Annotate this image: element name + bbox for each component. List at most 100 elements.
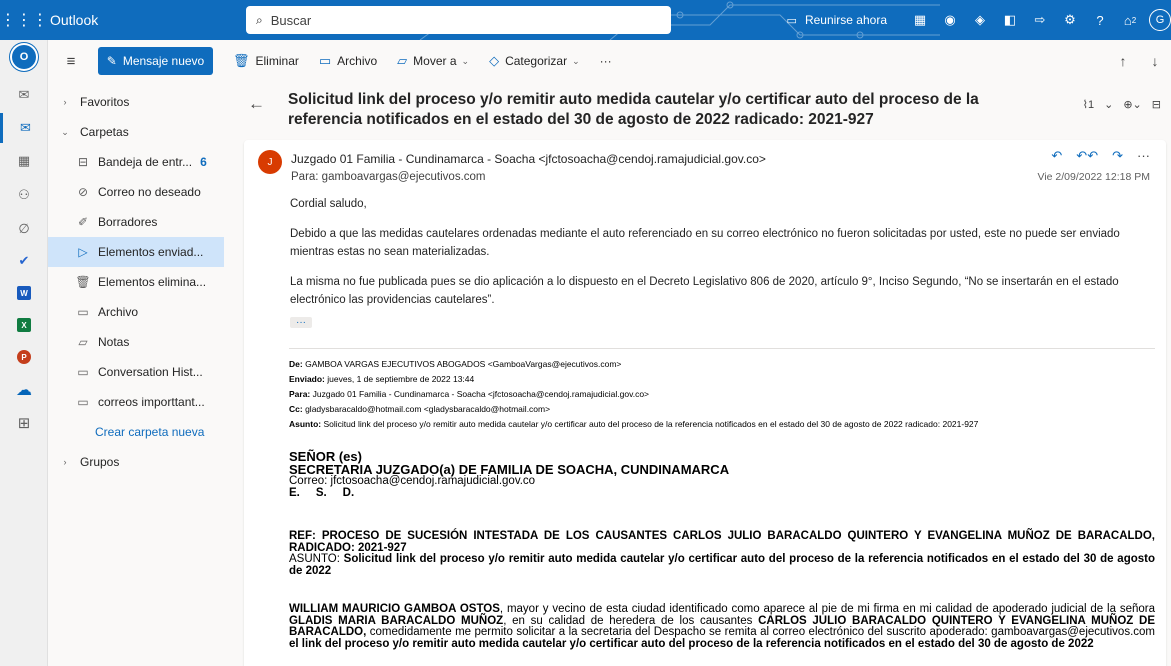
previous-message-icon[interactable]: ↑ [1107,53,1139,69]
people-icon[interactable]: ⚇ [0,180,48,210]
sent-value: jueves, 1 de septiembre de 2022 13:44 [327,374,475,384]
trash-icon: 🗑︎ [233,53,250,68]
my-day-icon[interactable]: ⇨ [1025,0,1055,40]
search-input[interactable]: Buscar [271,13,311,28]
message-card: J Juzgado 01 Familia - Cundinamarca - So… [244,140,1166,666]
message-body: Cordial saludo, Debido a que las medidas… [290,195,1150,331]
letter-request: el link del proceso y/o remitir auto med… [289,637,1094,650]
categorize-button[interactable]: ◇ Categorizar ⌄ [489,53,580,69]
mail-active-icon[interactable]: ✉ [0,113,48,143]
search-box[interactable]: ⌕ Buscar [246,6,671,34]
tag-icon: ◇ [489,53,500,68]
app-name[interactable]: Outlook [48,12,233,28]
onenote-feed-icon[interactable]: ◧ [995,0,1025,40]
video-icon: ▭ [786,14,797,27]
onedrive-icon[interactable]: ☁ [0,375,48,405]
groups-node[interactable]: › Grupos [48,447,224,477]
account-avatar[interactable]: G [1149,9,1171,31]
attachment-icon[interactable]: ⌇1 ⌄ [1083,98,1114,111]
reply-all-icon[interactable]: ↶↶ [1076,148,1098,164]
app-launcher-icon[interactable]: ⋮⋮⋮ [0,0,48,40]
folder-sent[interactable]: ▷ Elementos enviad... [48,237,224,267]
groups-label: Grupos [80,455,120,469]
folder-label: Elementos enviad... [98,245,204,259]
show-quoted-button[interactable]: ··· [290,317,312,328]
settings-icon[interactable]: ⚙ [1055,0,1085,40]
command-bar: ≡ ✎ Mensaje nuevo 🗑︎ Eliminar ▭ Archivo … [48,40,1171,82]
folder-conversation-history[interactable]: ▭ Conversation Hist... [48,357,224,387]
top-bar: ⋮⋮⋮ Outlook ⌕ Buscar ▭ Reunirse ahora ▦ … [0,0,1171,40]
folder-deleted[interactable]: 🗑︎ Elementos elimina... [48,267,224,297]
calendar-icon[interactable]: ▦ [0,146,48,176]
letter-text: comedidamente me permito solicitar a la … [366,626,1155,638]
attachment-count: 1 [1088,99,1095,111]
folder-junk[interactable]: ⊘ Correo no deseado [48,177,224,207]
folder-label: correos importtant... [98,395,205,409]
to-value: Juzgado 01 Familia - Cundinamarca - Soac… [312,389,650,399]
folder-archive[interactable]: ▭ Archivo [48,297,224,327]
greeting: Cordial saludo, [290,198,367,210]
sent-label: Enviado: [289,374,325,384]
folder-notes[interactable]: ▱ Notas [48,327,224,357]
more-actions-icon[interactable]: ··· [1137,148,1150,164]
reading-pane: ← Solicitud link del proceso y/o remitir… [224,82,1171,666]
help-icon[interactable]: ? [1085,0,1115,40]
meet-now-button[interactable]: ▭ Reunirse ahora [787,13,887,27]
notifications-icon[interactable]: ⌂ 2 [1115,0,1145,40]
lawyer-name: WILLIAM MAURICIO GAMBOA OSTOS [289,603,500,615]
mail-icon[interactable]: ✉ [0,80,48,110]
cc-value: gladysbaracaldo@hotmail.com <gladysbarac… [305,404,551,414]
folder-label: Archivo [98,305,139,319]
outlook-logo-icon[interactable]: O [0,42,48,72]
folder-important[interactable]: ▭ correos importtant... [48,387,224,417]
folders-node[interactable]: ⌄ Carpetas [48,117,224,147]
attach-icon[interactable]: ∅ [0,214,48,244]
junk-icon: ⊘ [77,185,89,199]
chevron-down-icon: ⌄ [61,126,69,137]
create-folder-link[interactable]: Crear carpeta nueva [48,417,224,447]
view-options-icon[interactable]: ⊟ [1152,98,1161,111]
premium-icon[interactable]: ◈ [965,0,995,40]
excel-icon[interactable]: X [0,310,48,340]
teams-icon[interactable]: ▦ [905,0,935,40]
body-paragraph: La misma no fue publicada pues se dio ap… [290,276,1119,306]
move-to-button[interactable]: ▱ Mover a ⌄ [397,53,469,69]
client-name: GLADIS MARIA BARACALDO MUÑOZ [289,614,504,627]
zoom-icon[interactable]: ⊕⌄ [1123,98,1141,111]
letter-text: , mayor y vecino de esta ciudad identifi… [499,603,1155,615]
more-commands-button[interactable]: ··· [600,54,612,68]
create-folder-label: Crear carpeta nueva [95,425,205,439]
powerpoint-icon[interactable]: P [0,342,48,372]
folder-move-icon: ▱ [397,53,408,68]
favorites-label: Favoritos [80,95,130,109]
skype-icon[interactable]: ◉ [935,0,965,40]
folder-drafts[interactable]: ✐ Borradores [48,207,224,237]
archive-button[interactable]: ▭ Archivo [319,53,377,69]
sender-avatar[interactable]: J [258,150,282,174]
archive-icon: ▭ [318,53,332,68]
delete-button[interactable]: 🗑︎ Eliminar [233,53,299,69]
message-subject: Solicitud link del proceso y/o remitir a… [288,91,979,128]
back-arrow-icon[interactable]: ← [248,94,265,114]
new-mail-button[interactable]: ✎ Mensaje nuevo [98,47,213,75]
word-icon[interactable]: W [0,278,48,308]
folder-icon: ▭ [77,395,89,409]
sender-address[interactable]: Juzgado 01 Familia - Cundinamarca - Soac… [291,152,766,166]
reply-icon[interactable]: ↶ [1051,148,1062,164]
hamburger-icon[interactable]: ≡ [53,53,89,70]
letter-reference: REF: PROCESO DE SUCESIÓN INTESTADA DE LO… [289,530,1155,554]
favorites-node[interactable]: › Favoritos [48,87,224,117]
todo-icon[interactable]: ✔ [0,246,48,276]
folder-label: Bandeja de entr... [98,155,193,169]
forward-header: De: GAMBOA VARGAS EJECUTIVOS ABOGADOS <G… [289,357,1155,432]
chevron-down-icon: ⌄ [461,55,470,66]
meet-now-label: Reunirse ahora [804,13,887,27]
folder-inbox[interactable]: ⊟ Bandeja de entr... 6 [48,147,224,177]
next-message-icon[interactable]: ↓ [1139,53,1171,69]
letter-esd: E. S. D. [289,486,355,499]
more-commands-label: ··· [599,54,612,68]
letter-subject-label: ASUNTO: [289,553,344,565]
more-apps-icon[interactable]: ⊞ [0,408,48,438]
folder-icon: ▭ [77,365,89,379]
forward-icon[interactable]: ↷ [1112,148,1123,164]
